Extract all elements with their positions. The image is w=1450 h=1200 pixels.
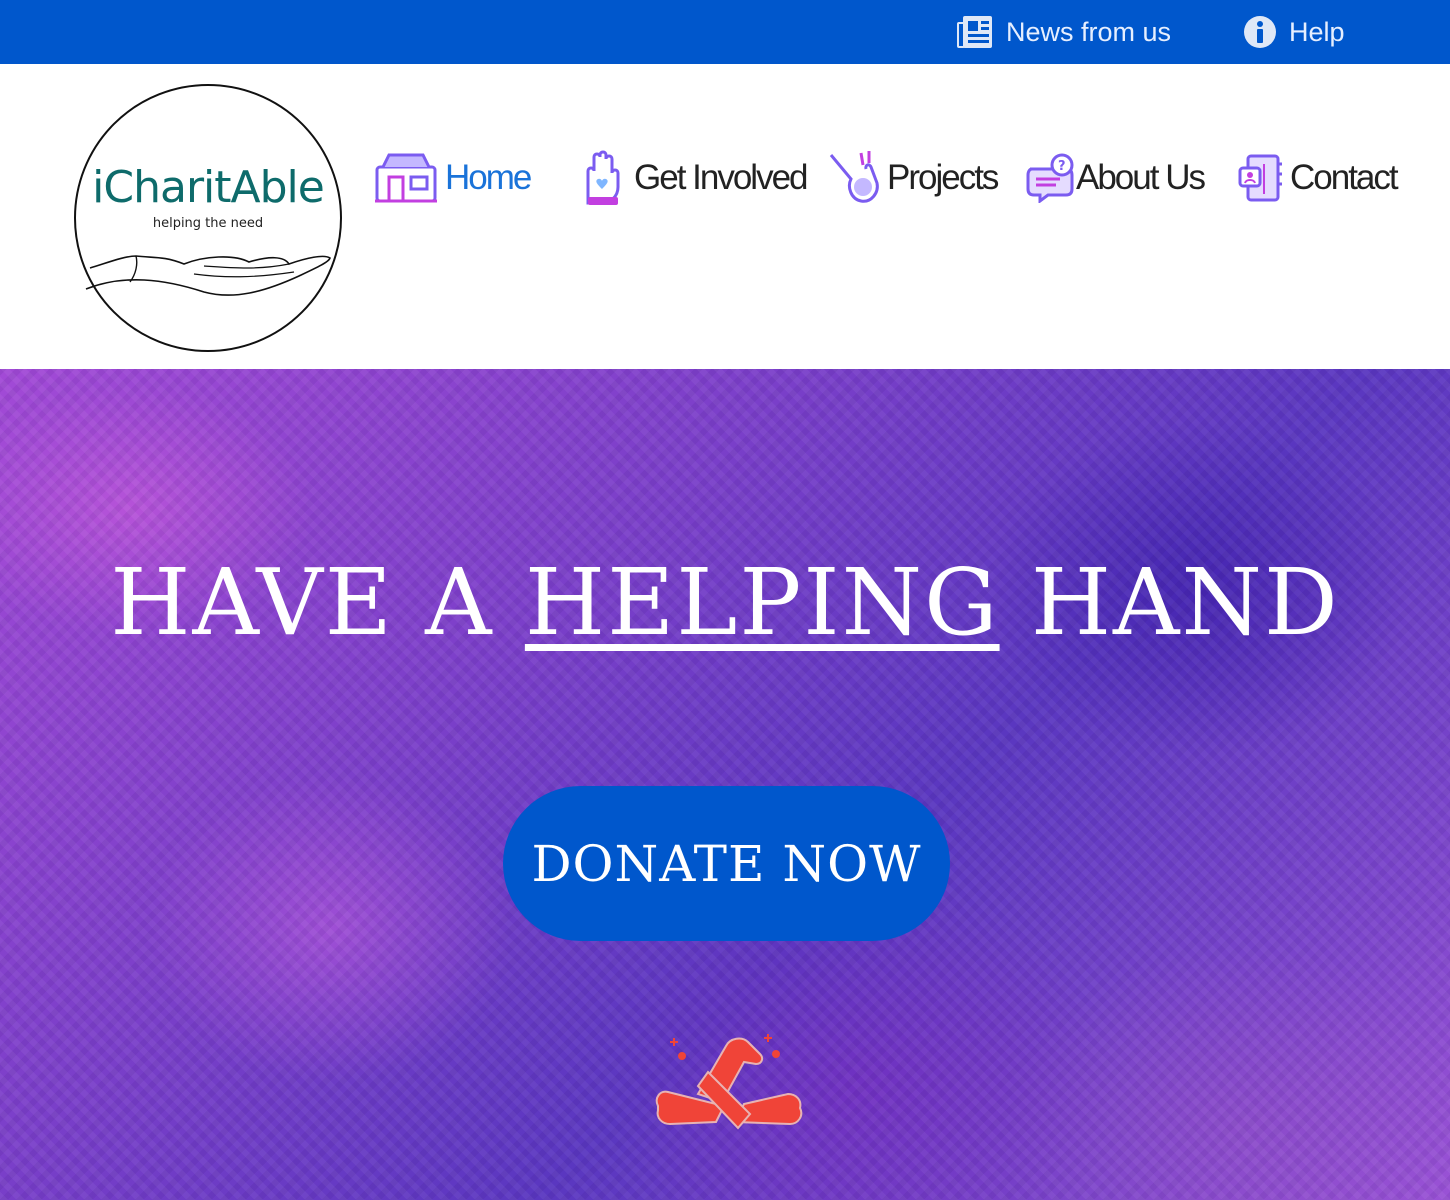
nav-about-us[interactable]: ? About Us: [1026, 150, 1206, 206]
site-header: iCharitAble helping the need Home Get In…: [0, 64, 1450, 369]
nav-projects[interactable]: Projects: [829, 150, 999, 206]
news-label: News from us: [1006, 16, 1172, 47]
site-logo[interactable]: iCharitAble helping the need: [74, 84, 342, 352]
hero-title-after: HAND: [999, 549, 1340, 656]
address-book-icon: [1238, 154, 1284, 202]
united-hands-icon: [648, 1024, 808, 1144]
nav-home[interactable]: Home: [375, 150, 532, 206]
hero-title: HAVE A HELPING HAND: [0, 549, 1450, 656]
svg-text:?: ?: [1058, 159, 1066, 174]
nav-projects-label: Projects: [887, 158, 999, 197]
nav-get-involved[interactable]: Get Involved: [578, 149, 808, 207]
raised-hand-icon: [578, 149, 626, 207]
nav-contact[interactable]: Contact: [1238, 150, 1399, 206]
chat-question-icon: ?: [1026, 153, 1076, 203]
nav-home-label: Home: [445, 158, 532, 197]
hero-title-before: HAVE A: [110, 549, 525, 656]
house-icon: [375, 153, 437, 203]
nav-about-us-label: About Us: [1076, 158, 1206, 197]
info-icon: [1243, 15, 1277, 49]
hand-drop-icon: [829, 151, 881, 205]
nav-contact-label: Contact: [1290, 158, 1399, 197]
top-utility-bar: News from us Help: [0, 0, 1450, 64]
open-hand-icon: [85, 255, 331, 296]
help-label: Help: [1289, 16, 1345, 47]
news-link[interactable]: News from us: [956, 0, 1171, 64]
nav-get-involved-label: Get Involved: [634, 158, 808, 197]
hero-banner: HAVE A HELPING HAND DONATE NOW: [0, 369, 1450, 1200]
hero-title-emphasis: HELPING: [524, 549, 1000, 656]
logo-brand: iCharitAble: [92, 162, 325, 213]
help-link[interactable]: Help: [1243, 0, 1345, 64]
logo-tagline: helping the need: [152, 216, 264, 231]
donate-now-button[interactable]: DONATE NOW: [503, 786, 950, 941]
newspaper-icon: [956, 14, 994, 50]
